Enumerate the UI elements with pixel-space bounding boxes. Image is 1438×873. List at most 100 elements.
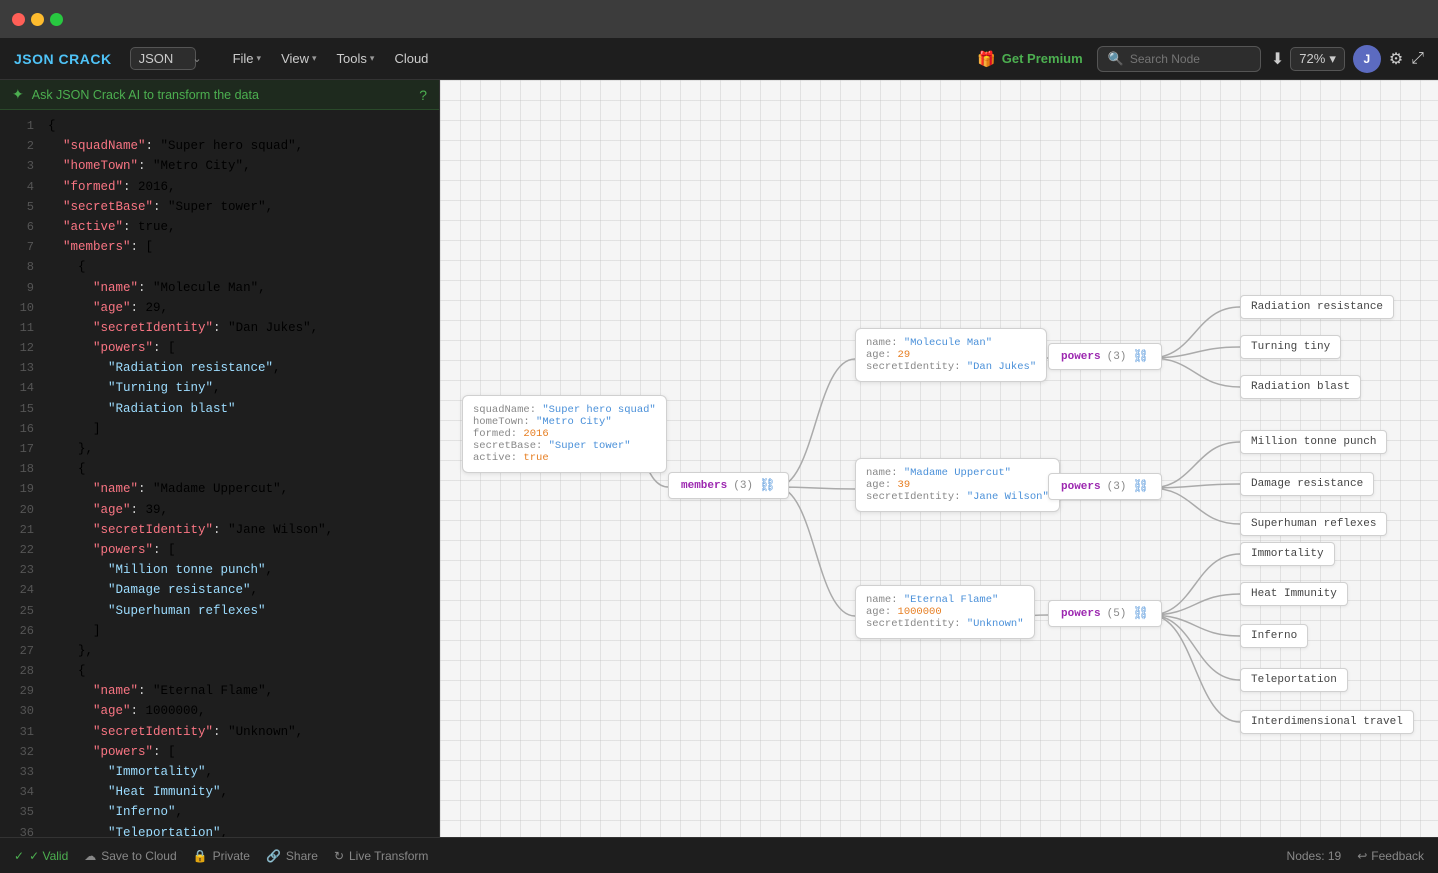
code-line: 7 "members": [ — [0, 237, 439, 257]
close-button[interactable] — [12, 13, 25, 26]
settings-button[interactable]: ⚙ — [1389, 49, 1403, 69]
main-layout: ✦ Ask JSON Crack AI to transform the dat… — [0, 80, 1438, 837]
line-number: 5 — [6, 198, 34, 217]
code-content: "Radiation blast" — [48, 399, 236, 419]
line-number: 21 — [6, 521, 34, 540]
leaf-node: Turning tiny — [1240, 335, 1341, 359]
node-field: formed: 2016 — [473, 428, 656, 440]
line-number: 26 — [6, 622, 34, 641]
menubar: JSON CRACK JSON YAML XML TOML CSV File ▾… — [0, 38, 1438, 80]
code-content: "age": 39, — [48, 500, 168, 520]
leaf-node: Million tonne punch — [1240, 430, 1387, 454]
menu-tools[interactable]: Tools ▾ — [328, 47, 384, 70]
line-number: 27 — [6, 642, 34, 661]
status-valid: ✓ ✓ Valid — [14, 849, 68, 863]
line-number: 24 — [6, 581, 34, 600]
code-line: 28 { — [0, 661, 439, 681]
line-number: 30 — [6, 702, 34, 721]
code-line: 27 }, — [0, 641, 439, 661]
ai-help-icon[interactable]: ? — [419, 87, 427, 103]
graph-node[interactable]: name: "Molecule Man"age: 29secretIdentit… — [855, 328, 1047, 382]
code-content: "secretIdentity": "Jane Wilson", — [48, 520, 333, 540]
code-content: "powers": [ — [48, 742, 176, 762]
right-panel[interactable]: squadName: "Super hero squad"homeTown: "… — [440, 80, 1438, 837]
code-line: 5 "secretBase": "Super tower", — [0, 197, 439, 217]
code-line: 23 "Million tonne punch", — [0, 560, 439, 580]
code-content: "members": [ — [48, 237, 153, 257]
get-premium-button[interactable]: 🎁 Get Premium — [977, 50, 1083, 68]
ai-bar-text: Ask JSON Crack AI to transform the data — [32, 88, 411, 102]
code-content: "age": 29, — [48, 298, 168, 318]
graph-canvas: squadName: "Super hero squad"homeTown: "… — [440, 80, 1438, 837]
menu-cloud[interactable]: Cloud — [385, 47, 437, 70]
menu-group: File ▾ View ▾ Tools ▾ Cloud — [224, 47, 438, 70]
code-line: 19 "name": "Madame Uppercut", — [0, 479, 439, 499]
code-content: "Inferno", — [48, 802, 183, 822]
code-editor[interactable]: 1{2 "squadName": "Super hero squad",3 "h… — [0, 110, 439, 837]
array-node[interactable]: powers (5) ⛓ — [1048, 600, 1162, 627]
code-content: "name": "Eternal Flame", — [48, 681, 273, 701]
zoom-control[interactable]: 72% ▾ — [1290, 47, 1345, 71]
format-select[interactable]: JSON YAML XML TOML CSV — [130, 47, 196, 70]
link-icon: 🔗 — [266, 849, 281, 863]
line-number: 25 — [6, 602, 34, 621]
node-field: squadName: "Super hero squad" — [473, 404, 656, 416]
node-field: secretIdentity: "Dan Jukes" — [866, 361, 1036, 373]
code-line: 14 "Turning tiny", — [0, 378, 439, 398]
leaf-node: Immortality — [1240, 542, 1335, 566]
search-input[interactable] — [1130, 52, 1250, 66]
save-to-cloud-button[interactable]: ☁ Save to Cloud — [84, 849, 176, 863]
code-content: "homeTown": "Metro City", — [48, 156, 251, 176]
menu-view[interactable]: View ▾ — [272, 47, 325, 70]
expand-button[interactable]: ⤢ — [1411, 50, 1424, 68]
graph-node[interactable]: name: "Eternal Flame"age: 1000000secretI… — [855, 585, 1035, 639]
maximize-button[interactable] — [50, 13, 63, 26]
line-number: 33 — [6, 763, 34, 782]
line-number: 8 — [6, 258, 34, 277]
ai-bar[interactable]: ✦ Ask JSON Crack AI to transform the dat… — [0, 80, 439, 110]
line-number: 9 — [6, 279, 34, 298]
code-content: "age": 1000000, — [48, 701, 206, 721]
line-number: 36 — [6, 824, 34, 837]
live-transform-button[interactable]: ↻ Live Transform — [334, 849, 428, 863]
code-line: 18 { — [0, 459, 439, 479]
code-content: "secretBase": "Super tower", — [48, 197, 273, 217]
node-field: name: "Molecule Man" — [866, 337, 1036, 349]
code-content: "Radiation resistance", — [48, 358, 281, 378]
code-line: 34 "Heat Immunity", — [0, 782, 439, 802]
array-node[interactable]: powers (3) ⛓ — [1048, 343, 1162, 370]
graph-node[interactable]: squadName: "Super hero squad"homeTown: "… — [462, 395, 667, 473]
code-content: ] — [48, 621, 101, 641]
code-content: "name": "Molecule Man", — [48, 278, 266, 298]
search-box: 🔍 — [1097, 46, 1261, 72]
feedback-icon: ↩ — [1357, 849, 1367, 863]
zoom-level: 72% — [1299, 51, 1325, 66]
code-line: 13 "Radiation resistance", — [0, 358, 439, 378]
graph-node[interactable]: name: "Madame Uppercut"age: 39secretIden… — [855, 458, 1060, 512]
code-line: 25 "Superhuman reflexes" — [0, 601, 439, 621]
node-field: age: 29 — [866, 349, 1036, 361]
array-node[interactable]: members (3) ⛓ — [668, 472, 789, 499]
node-field: secretIdentity: "Jane Wilson" — [866, 491, 1049, 503]
array-node[interactable]: powers (3) ⛓ — [1048, 473, 1162, 500]
code-content: "Million tonne punch", — [48, 560, 273, 580]
download-button[interactable]: ⬇ — [1271, 49, 1284, 69]
line-number: 11 — [6, 319, 34, 338]
user-avatar[interactable]: J — [1353, 45, 1381, 73]
code-content: }, — [48, 439, 93, 459]
code-line: 33 "Immortality", — [0, 762, 439, 782]
code-line: 21 "secretIdentity": "Jane Wilson", — [0, 520, 439, 540]
code-line: 31 "secretIdentity": "Unknown", — [0, 722, 439, 742]
menu-file[interactable]: File ▾ — [224, 47, 270, 70]
code-content: "secretIdentity": "Dan Jukes", — [48, 318, 318, 338]
private-button[interactable]: 🔒 Private — [193, 849, 250, 863]
leaf-node: Interdimensional travel — [1240, 710, 1414, 734]
line-number: 18 — [6, 460, 34, 479]
line-number: 28 — [6, 662, 34, 681]
share-button[interactable]: 🔗 Share — [266, 849, 318, 863]
gift-icon: 🎁 — [977, 50, 996, 68]
code-line: 17 }, — [0, 439, 439, 459]
leaf-node: Damage resistance — [1240, 472, 1374, 496]
minimize-button[interactable] — [31, 13, 44, 26]
feedback-button[interactable]: ↩ Feedback — [1357, 849, 1424, 863]
